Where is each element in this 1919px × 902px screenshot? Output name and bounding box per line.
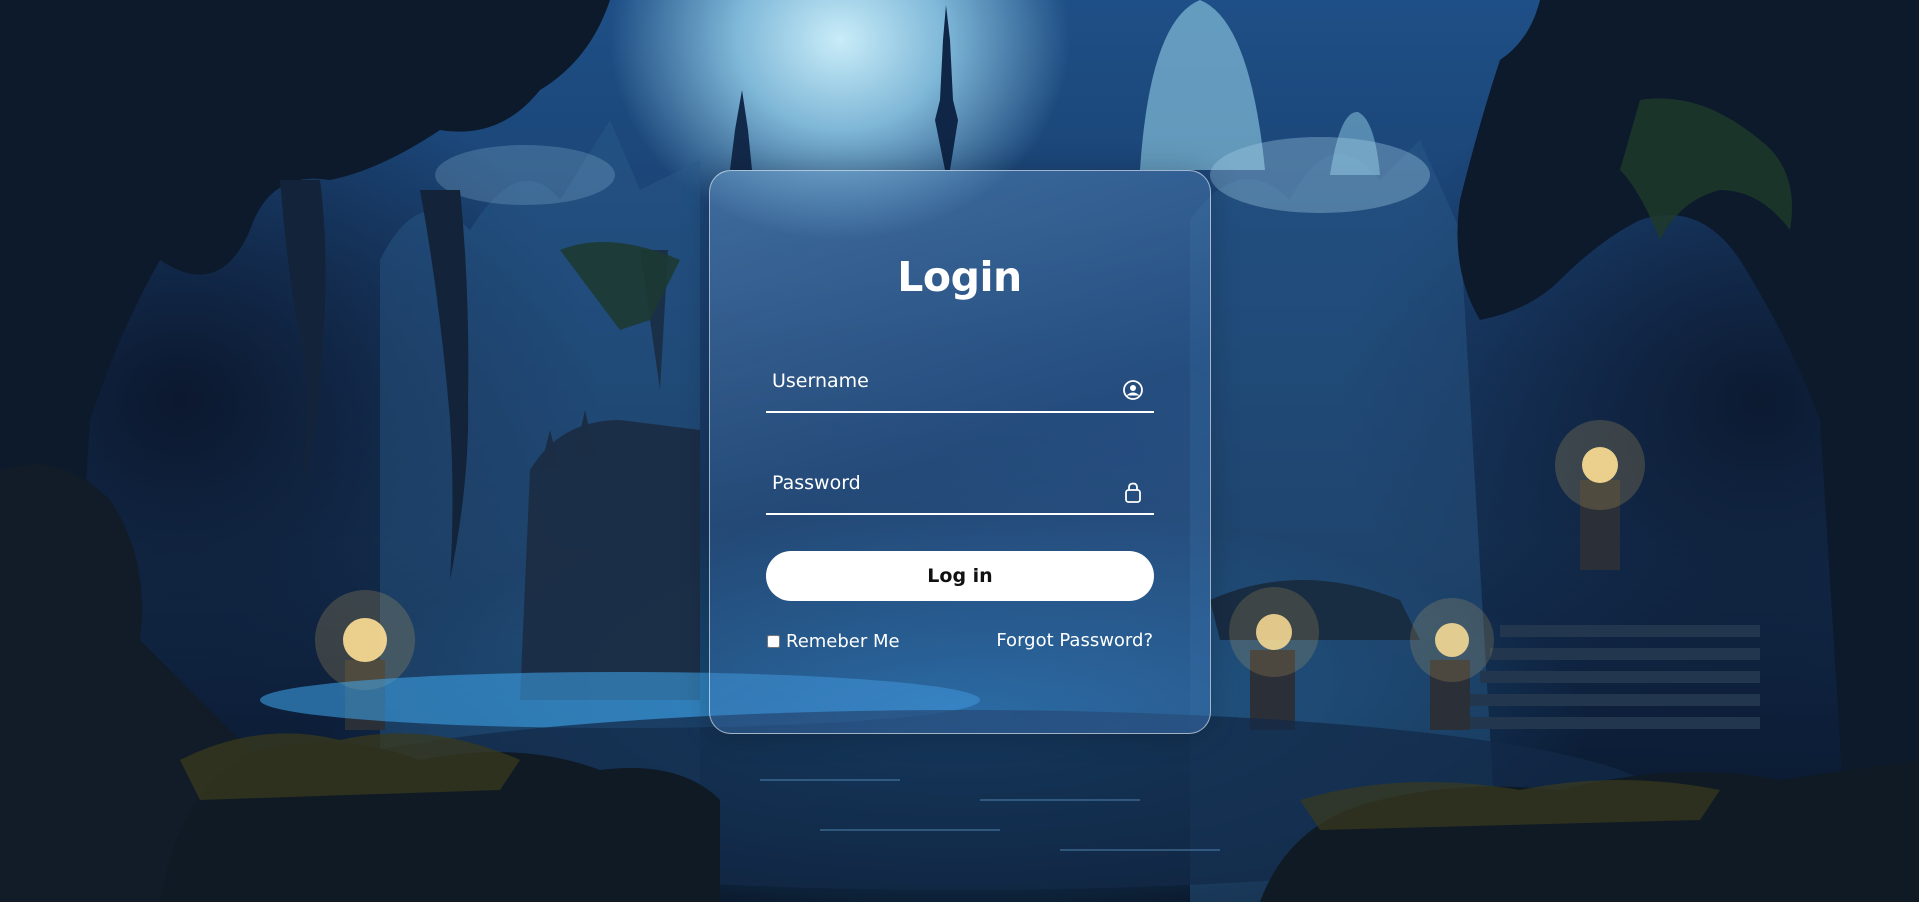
username-field-container	[766, 353, 1154, 413]
lock-icon	[1122, 481, 1144, 503]
remember-me-checkbox[interactable]	[767, 634, 780, 648]
forgot-password-link[interactable]: Forgot Password?	[996, 629, 1153, 653]
password-field-container	[766, 455, 1154, 515]
username-input[interactable]	[772, 353, 1102, 409]
login-button[interactable]: Log in	[766, 551, 1154, 601]
remember-me[interactable]: Remeber Me	[767, 629, 900, 653]
remember-me-label: Remeber Me	[786, 630, 900, 652]
password-input[interactable]	[772, 455, 1102, 511]
login-title: Login	[897, 253, 1022, 301]
user-circle-icon	[1122, 379, 1144, 401]
